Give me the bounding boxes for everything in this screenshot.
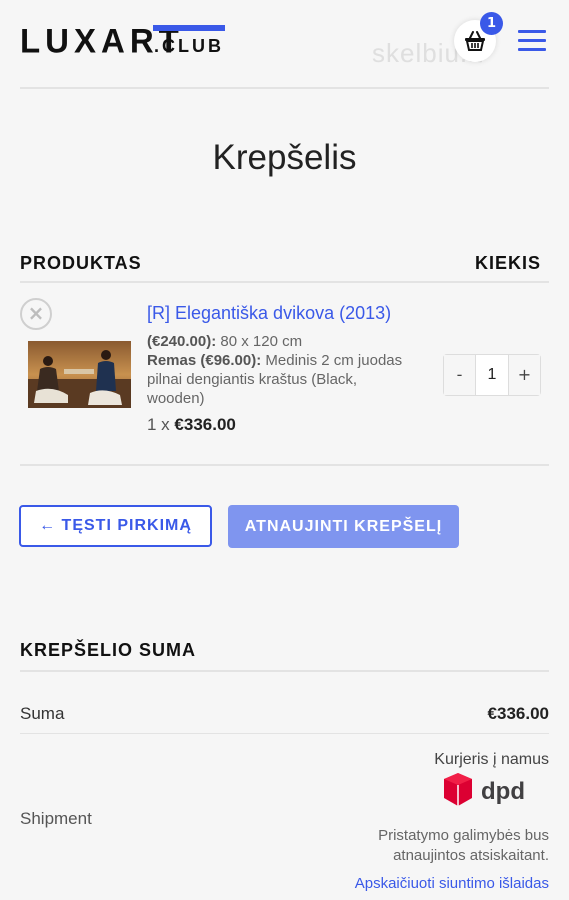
subtotal-divider bbox=[20, 733, 549, 734]
update-cart-button[interactable]: ATNAUJINTI KREPŠELĮ bbox=[228, 505, 459, 548]
calculate-shipping-link[interactable]: Apskaičiuoti siuntimo išlaidas bbox=[355, 875, 549, 892]
product-size-line: (€240.00): 80 x 120 cm bbox=[147, 332, 302, 351]
header-divider bbox=[20, 87, 549, 89]
site-header: LUXART .CLUB skelbiu.lt 1 bbox=[0, 0, 569, 88]
shipping-note: Pristatymo galimybės bus atnaujintos ats… bbox=[378, 827, 549, 864]
increase-quantity-button[interactable]: + bbox=[509, 355, 540, 395]
size-price: (€240.00): bbox=[147, 333, 217, 350]
subtotal-value: €336.00 bbox=[487, 704, 549, 723]
continue-shopping-button[interactable]: ← TĘSTI PIRKIMĄ bbox=[19, 505, 212, 547]
courier-option-label[interactable]: Kurjeris į namus bbox=[434, 751, 549, 769]
quantity-input[interactable]: 1 bbox=[475, 355, 509, 395]
totals-divider bbox=[20, 670, 549, 672]
site-logo[interactable]: LUXART .CLUB bbox=[20, 23, 225, 58]
product-frame-line: Remas (€96.00): Medinis 2 cm juodas piln… bbox=[147, 351, 409, 408]
remove-item-button[interactable]: × bbox=[20, 298, 52, 330]
table-header-divider bbox=[20, 281, 549, 283]
cart-totals-title: KREPŠELIO SUMA bbox=[20, 640, 197, 660]
line-total-value: €336.00 bbox=[174, 415, 236, 434]
item-divider bbox=[20, 464, 549, 466]
page-title: Krepšelis bbox=[212, 138, 357, 177]
close-icon: × bbox=[27, 301, 45, 325]
line-total: 1 x €336.00 bbox=[147, 415, 236, 435]
hamburger-menu-icon bbox=[518, 30, 546, 33]
cart-count-badge: 1 bbox=[480, 12, 503, 35]
hamburger-menu-icon bbox=[518, 48, 546, 51]
painting-image bbox=[28, 341, 131, 408]
qty-prefix: 1 x bbox=[147, 415, 170, 434]
logo-accent-bar bbox=[153, 25, 225, 31]
menu-button[interactable] bbox=[518, 30, 548, 52]
shipment-label: Shipment bbox=[20, 809, 92, 828]
subtotal-label: Suma bbox=[20, 704, 65, 723]
logo-suffix-text: .CLUB bbox=[154, 36, 224, 56]
decrease-quantity-button[interactable]: - bbox=[444, 355, 475, 395]
size-value: 80 x 120 cm bbox=[220, 333, 303, 350]
product-name-link[interactable]: [R] Elegantiška dvikova (2013) bbox=[147, 303, 391, 324]
quantity-stepper: - 1 + bbox=[443, 354, 541, 396]
hamburger-menu-icon bbox=[518, 39, 546, 42]
product-thumbnail[interactable] bbox=[28, 341, 131, 408]
column-header-quantity: KIEKIS bbox=[474, 253, 541, 273]
frame-label: Remas (€96.00): bbox=[147, 352, 262, 369]
dpd-logo-text: dpd bbox=[481, 778, 525, 805]
basket-icon bbox=[465, 31, 485, 51]
column-header-product: PRODUKTAS bbox=[20, 253, 142, 273]
dpd-logo: dpd bbox=[443, 772, 525, 809]
